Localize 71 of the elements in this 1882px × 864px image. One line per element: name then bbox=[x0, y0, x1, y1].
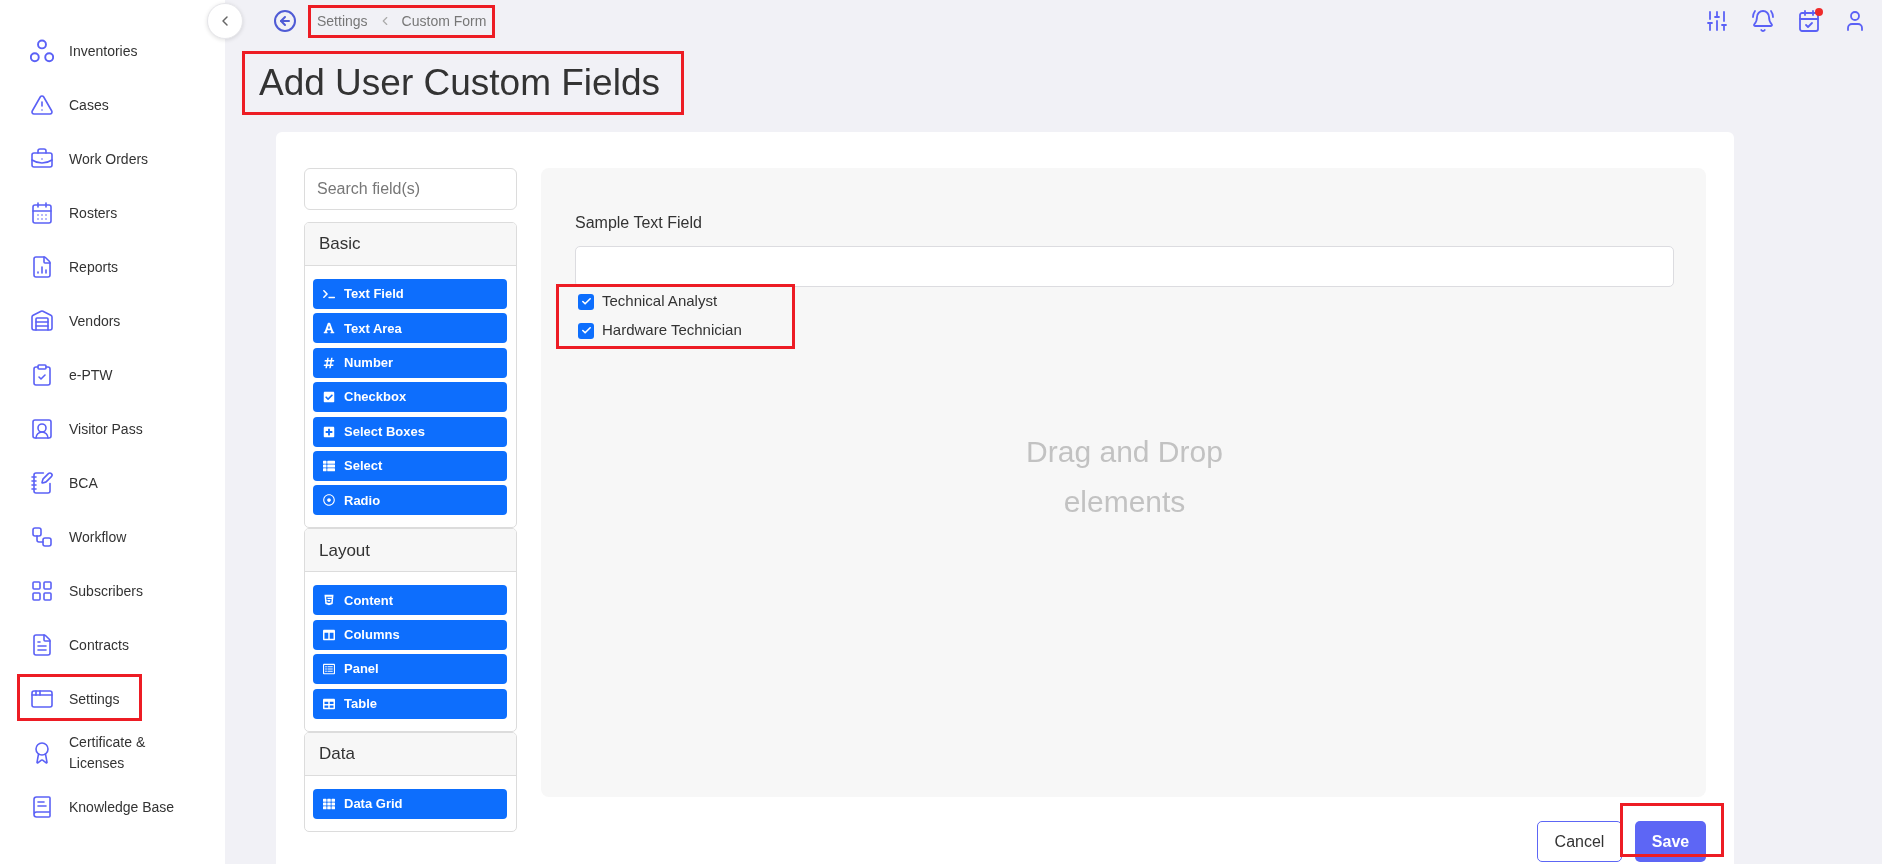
sidebar-item[interactable]: Contracts bbox=[0, 633, 194, 657]
warning-icon bbox=[30, 93, 54, 117]
checkbox[interactable] bbox=[578, 322, 594, 339]
sidebar-item[interactable]: BCA bbox=[0, 471, 194, 495]
sidebar-item[interactable]: Reports bbox=[0, 255, 194, 279]
field-type-button[interactable]: Text Field bbox=[313, 279, 507, 309]
sidebar-item[interactable]: Inventories bbox=[0, 39, 194, 63]
sidebar-item[interactable]: Cases bbox=[0, 93, 194, 117]
group-header: Layout bbox=[305, 529, 516, 573]
field-type-button[interactable]: Text Area bbox=[313, 313, 507, 344]
field-type-button[interactable]: Radio bbox=[313, 485, 507, 516]
hashtag-icon bbox=[323, 356, 335, 369]
field-type-button[interactable]: Content bbox=[313, 585, 507, 616]
field-type-button[interactable]: Columns bbox=[313, 619, 507, 650]
book-icon bbox=[30, 795, 54, 819]
search-field[interactable]: Search field(s) bbox=[304, 168, 517, 210]
group-header: Basic bbox=[305, 223, 516, 266]
sliders-icon[interactable] bbox=[1705, 9, 1729, 33]
field-type-button[interactable]: Select Boxes bbox=[313, 416, 507, 447]
warehouse-icon bbox=[30, 309, 54, 333]
table-icon bbox=[323, 697, 335, 710]
sidebar-item[interactable]: Certificate & Licenses bbox=[0, 732, 194, 774]
text-input[interactable] bbox=[575, 246, 1674, 287]
calendar-check-icon[interactable] bbox=[1797, 9, 1821, 33]
back-icon[interactable] bbox=[273, 9, 297, 33]
field-type-button[interactable]: Panel bbox=[313, 654, 507, 685]
checkmark-icon bbox=[580, 325, 592, 336]
field-type-button[interactable]: Checkbox bbox=[313, 382, 507, 413]
option-label: Hardware Technician bbox=[602, 320, 742, 341]
bell-icon[interactable] bbox=[1751, 9, 1775, 33]
sidebar-item[interactable]: Visitor Pass bbox=[0, 417, 194, 441]
sidebar-item[interactable]: Workflow bbox=[0, 525, 194, 549]
notebook-pen-icon bbox=[30, 471, 54, 495]
field-type-button[interactable]: Select bbox=[313, 450, 507, 481]
sidebar-item[interactable]: e-PTW bbox=[0, 363, 194, 387]
field-label: Sample Text Field bbox=[575, 213, 702, 233]
grid-icon bbox=[323, 797, 335, 810]
field-type-button[interactable]: Number bbox=[313, 347, 507, 378]
cancel-button[interactable]: Cancel bbox=[1537, 821, 1622, 862]
panel-list-icon bbox=[323, 663, 335, 676]
user-card-icon bbox=[30, 417, 54, 441]
sidebar-item[interactable]: Vendors bbox=[0, 309, 194, 333]
sidebar-item[interactable]: Subscribers bbox=[0, 579, 194, 603]
breadcrumb-current: Custom Form bbox=[401, 11, 487, 31]
save-button[interactable]: Save bbox=[1635, 821, 1706, 862]
checkmark-icon bbox=[580, 296, 592, 307]
briefcase-icon bbox=[30, 147, 54, 171]
list-icon bbox=[323, 459, 335, 472]
circles-icon bbox=[30, 39, 54, 63]
option-label: Technical Analyst bbox=[602, 291, 718, 312]
grid-icon bbox=[30, 579, 54, 603]
font-icon bbox=[323, 322, 335, 335]
workflow-icon bbox=[30, 525, 54, 549]
clipboard-check-icon bbox=[30, 363, 54, 387]
breadcrumb-link[interactable]: Settings bbox=[317, 10, 368, 32]
app-window-icon bbox=[30, 687, 54, 711]
sidebar-item[interactable]: Rosters bbox=[0, 201, 194, 225]
html5-icon bbox=[323, 594, 335, 607]
terminal-icon bbox=[323, 288, 335, 300]
page-title: Add User Custom Fields bbox=[259, 61, 660, 105]
sidebar-item[interactable]: Knowledge Base bbox=[0, 795, 194, 819]
calendar-icon bbox=[30, 201, 54, 225]
checkbox[interactable] bbox=[578, 293, 594, 310]
sidebar-item[interactable]: Settings bbox=[0, 687, 194, 711]
group-header: Data bbox=[305, 732, 516, 776]
columns-icon bbox=[323, 628, 335, 641]
document-icon bbox=[30, 633, 54, 657]
field-type-button[interactable]: Data Grid bbox=[313, 788, 507, 819]
file-chart-icon bbox=[30, 255, 54, 279]
field-type-button[interactable]: Table bbox=[313, 688, 507, 719]
sidebar-item[interactable]: Work Orders bbox=[0, 147, 194, 171]
